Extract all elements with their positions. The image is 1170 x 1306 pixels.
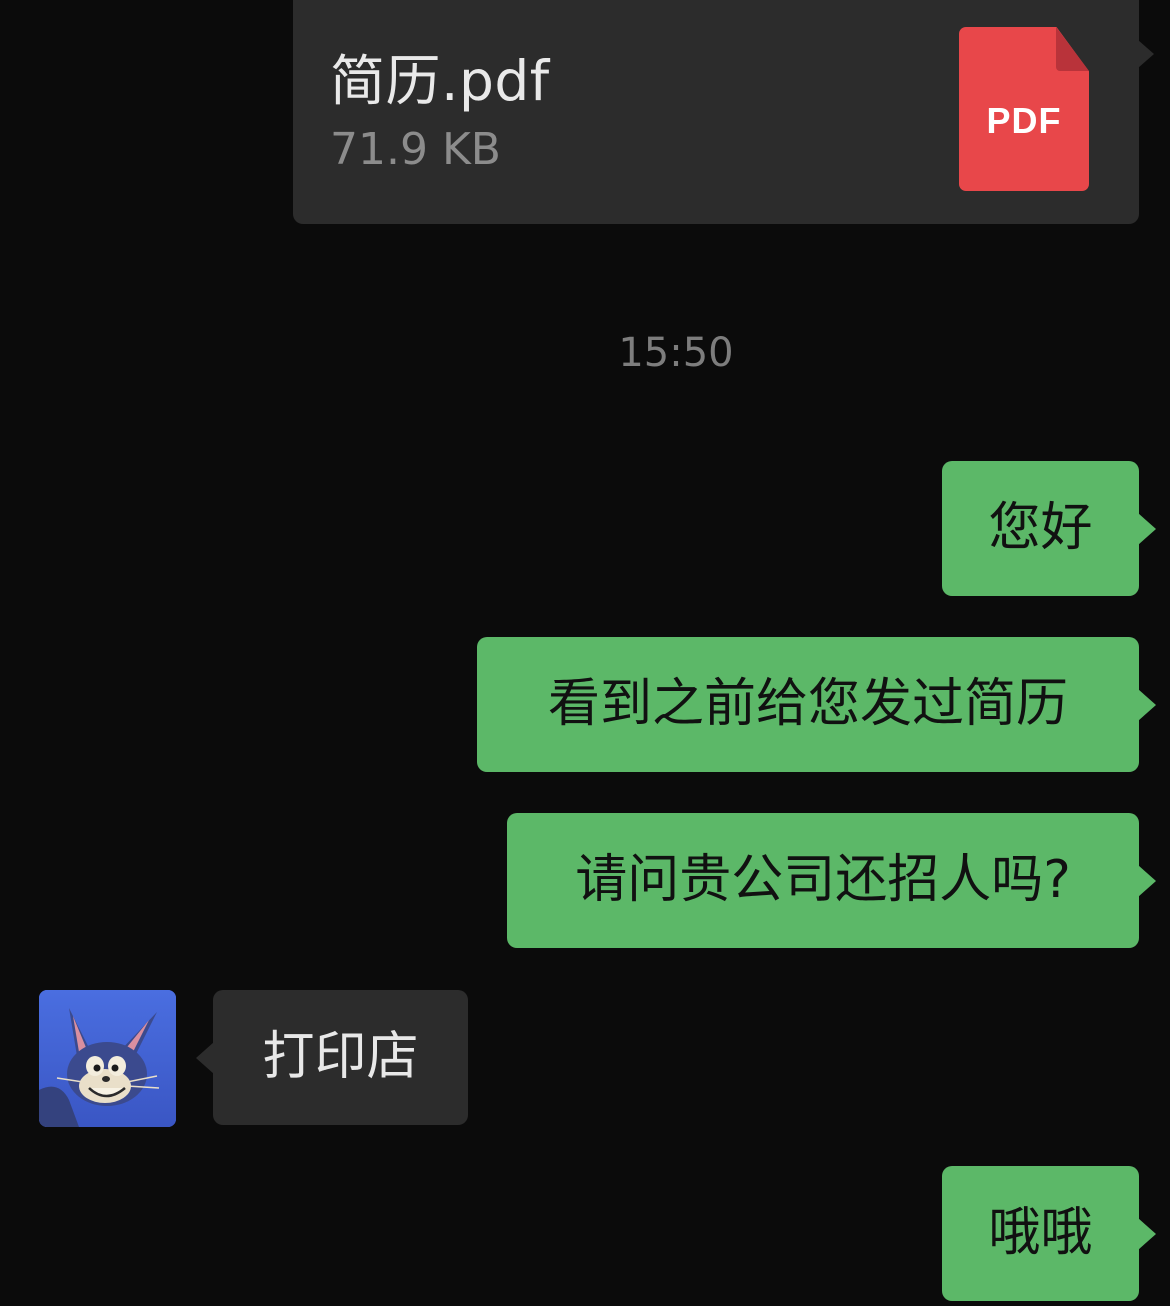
- file-size: 71.9 KB: [330, 124, 501, 175]
- cartoon-cat-avatar-image: [39, 990, 176, 1127]
- outgoing-message-bubble[interactable]: 看到之前给您发过简历: [477, 637, 1156, 772]
- outgoing-message-bubble[interactable]: 您好: [942, 461, 1156, 596]
- cartoon-cat-avatar[interactable]: [39, 990, 176, 1127]
- pdf-file-fold: [1056, 27, 1089, 71]
- chat-window: 简历.pdf 71.9 KB PDF 15:50 您好 看到之前给您发过简历 请…: [0, 0, 1170, 1306]
- pdf-icon-label: PDF: [986, 100, 1062, 141]
- file-message-card[interactable]: 简历.pdf 71.9 KB PDF: [293, 0, 1154, 224]
- file-name: 简历.pdf: [330, 49, 550, 113]
- outgoing-message-bubble[interactable]: 请问贵公司还招人吗?: [507, 813, 1156, 948]
- message-timestamp: 15:50: [618, 330, 734, 376]
- outgoing-message-bubble[interactable]: 哦哦: [942, 1166, 1156, 1301]
- incoming-message-bubble[interactable]: 打印店: [196, 990, 468, 1125]
